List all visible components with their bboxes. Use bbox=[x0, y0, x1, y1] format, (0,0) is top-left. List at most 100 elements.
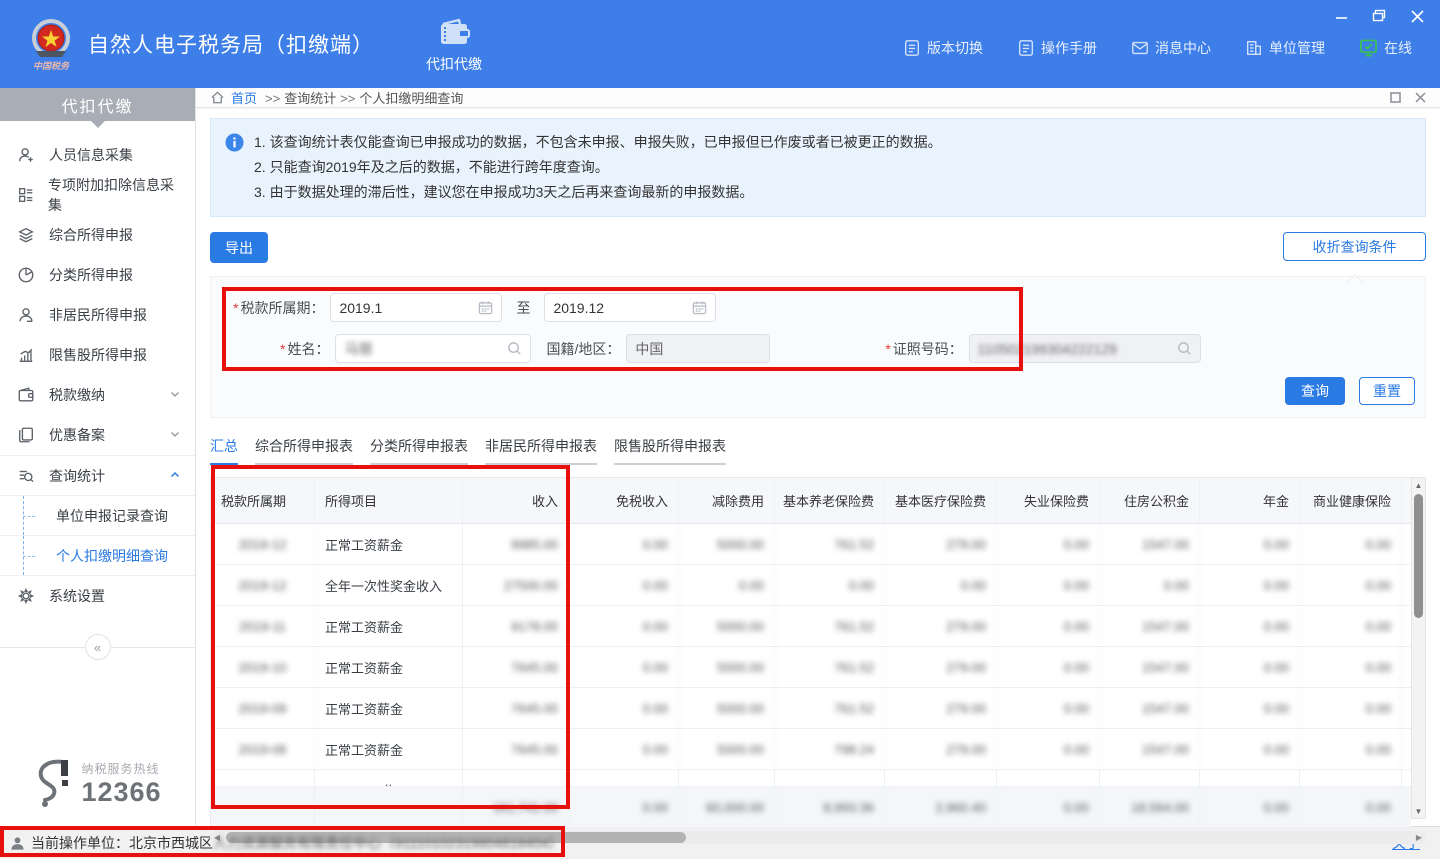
minimize-button[interactable] bbox=[1332, 8, 1350, 24]
table-cell bbox=[885, 770, 997, 787]
sidebar-item-settings[interactable]: 系统设置 bbox=[0, 576, 195, 616]
query-panel: *税款所属期： 2019.1 至 2019.12 bbox=[210, 276, 1426, 418]
sidebar-collapse-row: « bbox=[0, 634, 195, 660]
tab-1[interactable]: 综合所得申报表 bbox=[255, 436, 353, 465]
table-cell bbox=[679, 770, 775, 787]
sidebar-subitem-1[interactable]: 个人扣缴明细查询 bbox=[0, 536, 195, 576]
name-input[interactable]: 马丽 bbox=[335, 334, 531, 363]
result-table: 税款所属期所得项目收入免税收入减除费用基本养老保险费基本医疗保险费失业保险费住房… bbox=[210, 477, 1411, 828]
gear-icon bbox=[16, 586, 36, 606]
online-icon bbox=[1359, 39, 1378, 57]
docs-icon bbox=[16, 425, 36, 445]
title-bar: 中国税务 自然人电子税务局（扣缴端） 代扣代缴 版本切换操作手册消息中心单位管理… bbox=[0, 0, 1440, 88]
sidebar-subitem-0[interactable]: 单位申报记录查询 bbox=[0, 496, 195, 536]
sidebar-item-2[interactable]: 综合所得申报 bbox=[0, 215, 195, 255]
table-row: 2019-10正常工资薪金7645.000.005000.00761.52279… bbox=[211, 647, 1411, 688]
notice-lines: 1. 该查询统计表仅能查询已申报成功的数据，不包含未申报、申报失败，已申报但已作… bbox=[254, 130, 942, 205]
sidebar-item-1[interactable]: 专项附加扣除信息采集 bbox=[0, 175, 195, 215]
table-cell: 所得项目 bbox=[315, 478, 463, 523]
sidebar-item-3[interactable]: 分类所得申报 bbox=[0, 255, 195, 295]
table-cell: 761.52 bbox=[775, 647, 885, 687]
form-list-icon bbox=[16, 185, 35, 205]
breadcrumb: 首页 >>查询统计>>个人扣缴明细查询 bbox=[196, 88, 1440, 108]
table-cell: 基本医疗保险费 bbox=[885, 478, 997, 523]
table-cell: 0.00 bbox=[1300, 647, 1402, 687]
sidebar-item-0[interactable]: 人员信息采集 bbox=[0, 135, 195, 175]
panel-close-button[interactable] bbox=[1415, 92, 1426, 103]
table-cell: 正常工资薪金 bbox=[315, 606, 463, 646]
breadcrumb-home[interactable]: 首页 bbox=[231, 88, 257, 107]
table-total-row: ----161,741.000.0060,000.008,993.362,960… bbox=[211, 787, 1411, 828]
sidebar: 代扣代缴 人员信息采集专项附加扣除信息采集综合所得申报分类所得申报非居民所得申报… bbox=[0, 88, 196, 826]
table-cell: 0.00 bbox=[997, 688, 1100, 728]
table-cell: 0.00 bbox=[1200, 688, 1300, 728]
table-row-partial: .. bbox=[211, 770, 1411, 787]
table-cell: 279.00 bbox=[885, 729, 997, 769]
header-menu-item-2[interactable]: 消息中心 bbox=[1131, 38, 1211, 58]
panel-notch bbox=[1346, 275, 1364, 284]
table-cell: 基本养老保险费 bbox=[775, 478, 885, 523]
period-to-input[interactable]: 2019.12 bbox=[544, 293, 716, 322]
notice-line: 3. 由于数据处理的滞后性，建议您在申报成功3天之后再来查询最新的申报数据。 bbox=[254, 180, 942, 205]
tab-2[interactable]: 分类所得申报表 bbox=[370, 436, 468, 465]
sidebar-item-6[interactable]: 税款缴纳 bbox=[0, 375, 195, 415]
notice-line: 2. 只能查询2019年及之后的数据，不能进行跨年度查询。 bbox=[254, 155, 942, 180]
close-button[interactable] bbox=[1408, 8, 1426, 24]
table-cell: 正常工资薪金 bbox=[315, 524, 463, 564]
calendar-icon[interactable] bbox=[692, 300, 707, 315]
table-cell: 0.00 bbox=[997, 606, 1100, 646]
table-cell bbox=[1402, 524, 1411, 564]
table-cell: 2019-11 bbox=[211, 606, 315, 646]
id-number-input[interactable]: 110502199304222129 bbox=[969, 334, 1201, 363]
sidebar-item-5[interactable]: 限售股所得申报 bbox=[0, 335, 195, 375]
table-cell bbox=[1100, 770, 1200, 787]
tab-4[interactable]: 限售股所得申报表 bbox=[614, 436, 726, 465]
search-icon[interactable] bbox=[1177, 341, 1192, 356]
search-list-icon bbox=[16, 466, 36, 486]
hotline-logo-icon bbox=[33, 758, 73, 810]
search-button[interactable]: 查询 bbox=[1285, 377, 1345, 405]
hotline-block: 纳税服务热线 12366 bbox=[0, 758, 195, 810]
scroll-down-arrow[interactable]: ▼ bbox=[1415, 804, 1423, 818]
tab-3[interactable]: 非居民所得申报表 bbox=[485, 436, 597, 465]
table-cell: 0.00 bbox=[569, 787, 679, 827]
export-button[interactable]: 导出 bbox=[210, 232, 268, 263]
table-cell bbox=[1300, 770, 1402, 787]
scroll-right-arrow[interactable]: ▶ bbox=[1412, 833, 1426, 842]
tab-daikoudaijiao[interactable]: 代扣代缴 bbox=[426, 18, 482, 74]
app-logo: 中国税务 bbox=[28, 17, 74, 72]
restore-button[interactable] bbox=[1370, 8, 1388, 24]
vertical-scrollbar[interactable]: ▲ ▼ bbox=[1411, 477, 1426, 819]
table-cell: 761.52 bbox=[775, 688, 885, 728]
search-icon[interactable] bbox=[507, 341, 522, 356]
table-row: 2019-12全年一次性奖金收入27500.000.000.000.000.00… bbox=[211, 565, 1411, 606]
table-cell bbox=[1402, 770, 1411, 787]
table-cell: 1547.00 bbox=[1100, 647, 1200, 687]
table-cell: 0.00 bbox=[1200, 647, 1300, 687]
header-menu-item-1[interactable]: 操作手册 bbox=[1017, 38, 1097, 58]
reset-button[interactable]: 重置 bbox=[1359, 377, 1415, 405]
sidebar-item-7[interactable]: 优惠备案 bbox=[0, 415, 195, 455]
vertical-scroll-thumb[interactable] bbox=[1414, 494, 1423, 618]
header-menu-item-3[interactable]: 单位管理 bbox=[1245, 38, 1325, 58]
sidebar-item-8[interactable]: 查询统计 bbox=[0, 455, 195, 495]
sidebar-item-4[interactable]: 非居民所得申报 bbox=[0, 295, 195, 335]
table-cell: 279.00 bbox=[885, 647, 997, 687]
calendar-icon[interactable] bbox=[478, 300, 493, 315]
nationality-label: 国籍/地区： bbox=[546, 339, 620, 359]
table-cell: 年金 bbox=[1200, 478, 1300, 523]
panel-maximize-button[interactable] bbox=[1390, 92, 1401, 103]
table-cell: 税 bbox=[1402, 478, 1411, 523]
tab-0[interactable]: 汇总 bbox=[210, 436, 238, 465]
home-icon bbox=[210, 90, 225, 105]
header-menu-item-0[interactable]: 版本切换 bbox=[903, 38, 983, 58]
info-icon bbox=[225, 133, 244, 152]
online-status: 在线 bbox=[1359, 38, 1412, 58]
table-cell: 0.00 bbox=[1300, 729, 1402, 769]
table-row: 2019-12正常工资薪金9985.000.005000.00761.52279… bbox=[211, 524, 1411, 565]
scroll-up-arrow[interactable]: ▲ bbox=[1415, 478, 1423, 492]
period-from-input[interactable]: 2019.1 bbox=[330, 293, 502, 322]
sidebar-collapse-button[interactable]: « bbox=[85, 634, 111, 660]
table-cell: 免税收入 bbox=[569, 478, 679, 523]
collapse-query-button[interactable]: 收折查询条件 bbox=[1283, 232, 1426, 261]
